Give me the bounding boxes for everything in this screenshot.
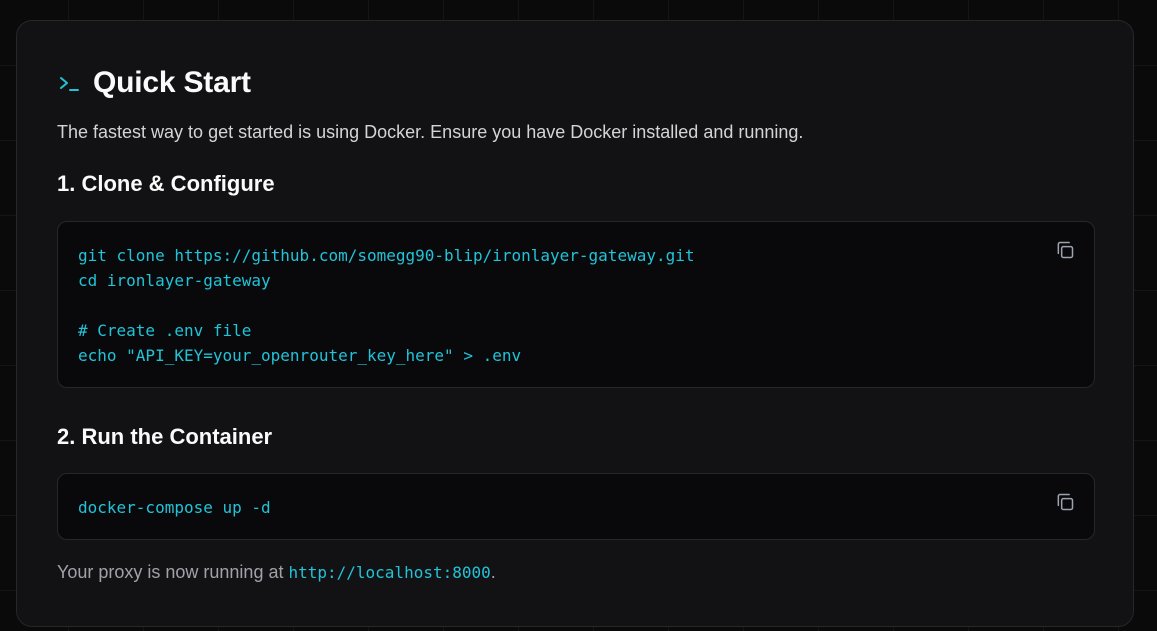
copy-icon — [1055, 240, 1075, 265]
footer-prefix: Your proxy is now running at — [57, 562, 289, 582]
code-line: docker-compose up -d — [78, 498, 271, 517]
footer-suffix: . — [490, 562, 496, 582]
step-heading-run: 2. Run the Container — [57, 424, 273, 449]
page-title: Quick Start — [93, 66, 251, 99]
code-block-run: docker-compose up -d — [57, 473, 1095, 540]
footer-note: Your proxy is now running at http://loca… — [57, 562, 496, 583]
step-heading-clone: 1. Clone & Configure — [57, 171, 275, 196]
code-line: echo "API_KEY=your_openrouter_key_here" … — [78, 346, 522, 365]
code-line: # Create .env file — [78, 321, 252, 340]
code-block-clone: git clone https://github.com/somegg90-bl… — [57, 221, 1095, 388]
terminal-icon — [57, 71, 81, 95]
section-header: Quick Start — [57, 65, 251, 101]
intro-text: The fastest way to get started is using … — [57, 122, 804, 142]
code-line: git clone https://github.com/somegg90-bl… — [78, 246, 695, 265]
code-line: cd ironlayer-gateway — [78, 271, 271, 290]
copy-button[interactable] — [1054, 241, 1076, 263]
quick-start-card: Quick Start The fastest way to get start… — [16, 20, 1134, 627]
localhost-link[interactable]: http://localhost:8000 — [288, 563, 490, 582]
copy-icon — [1055, 492, 1075, 517]
copy-button[interactable] — [1054, 493, 1076, 515]
